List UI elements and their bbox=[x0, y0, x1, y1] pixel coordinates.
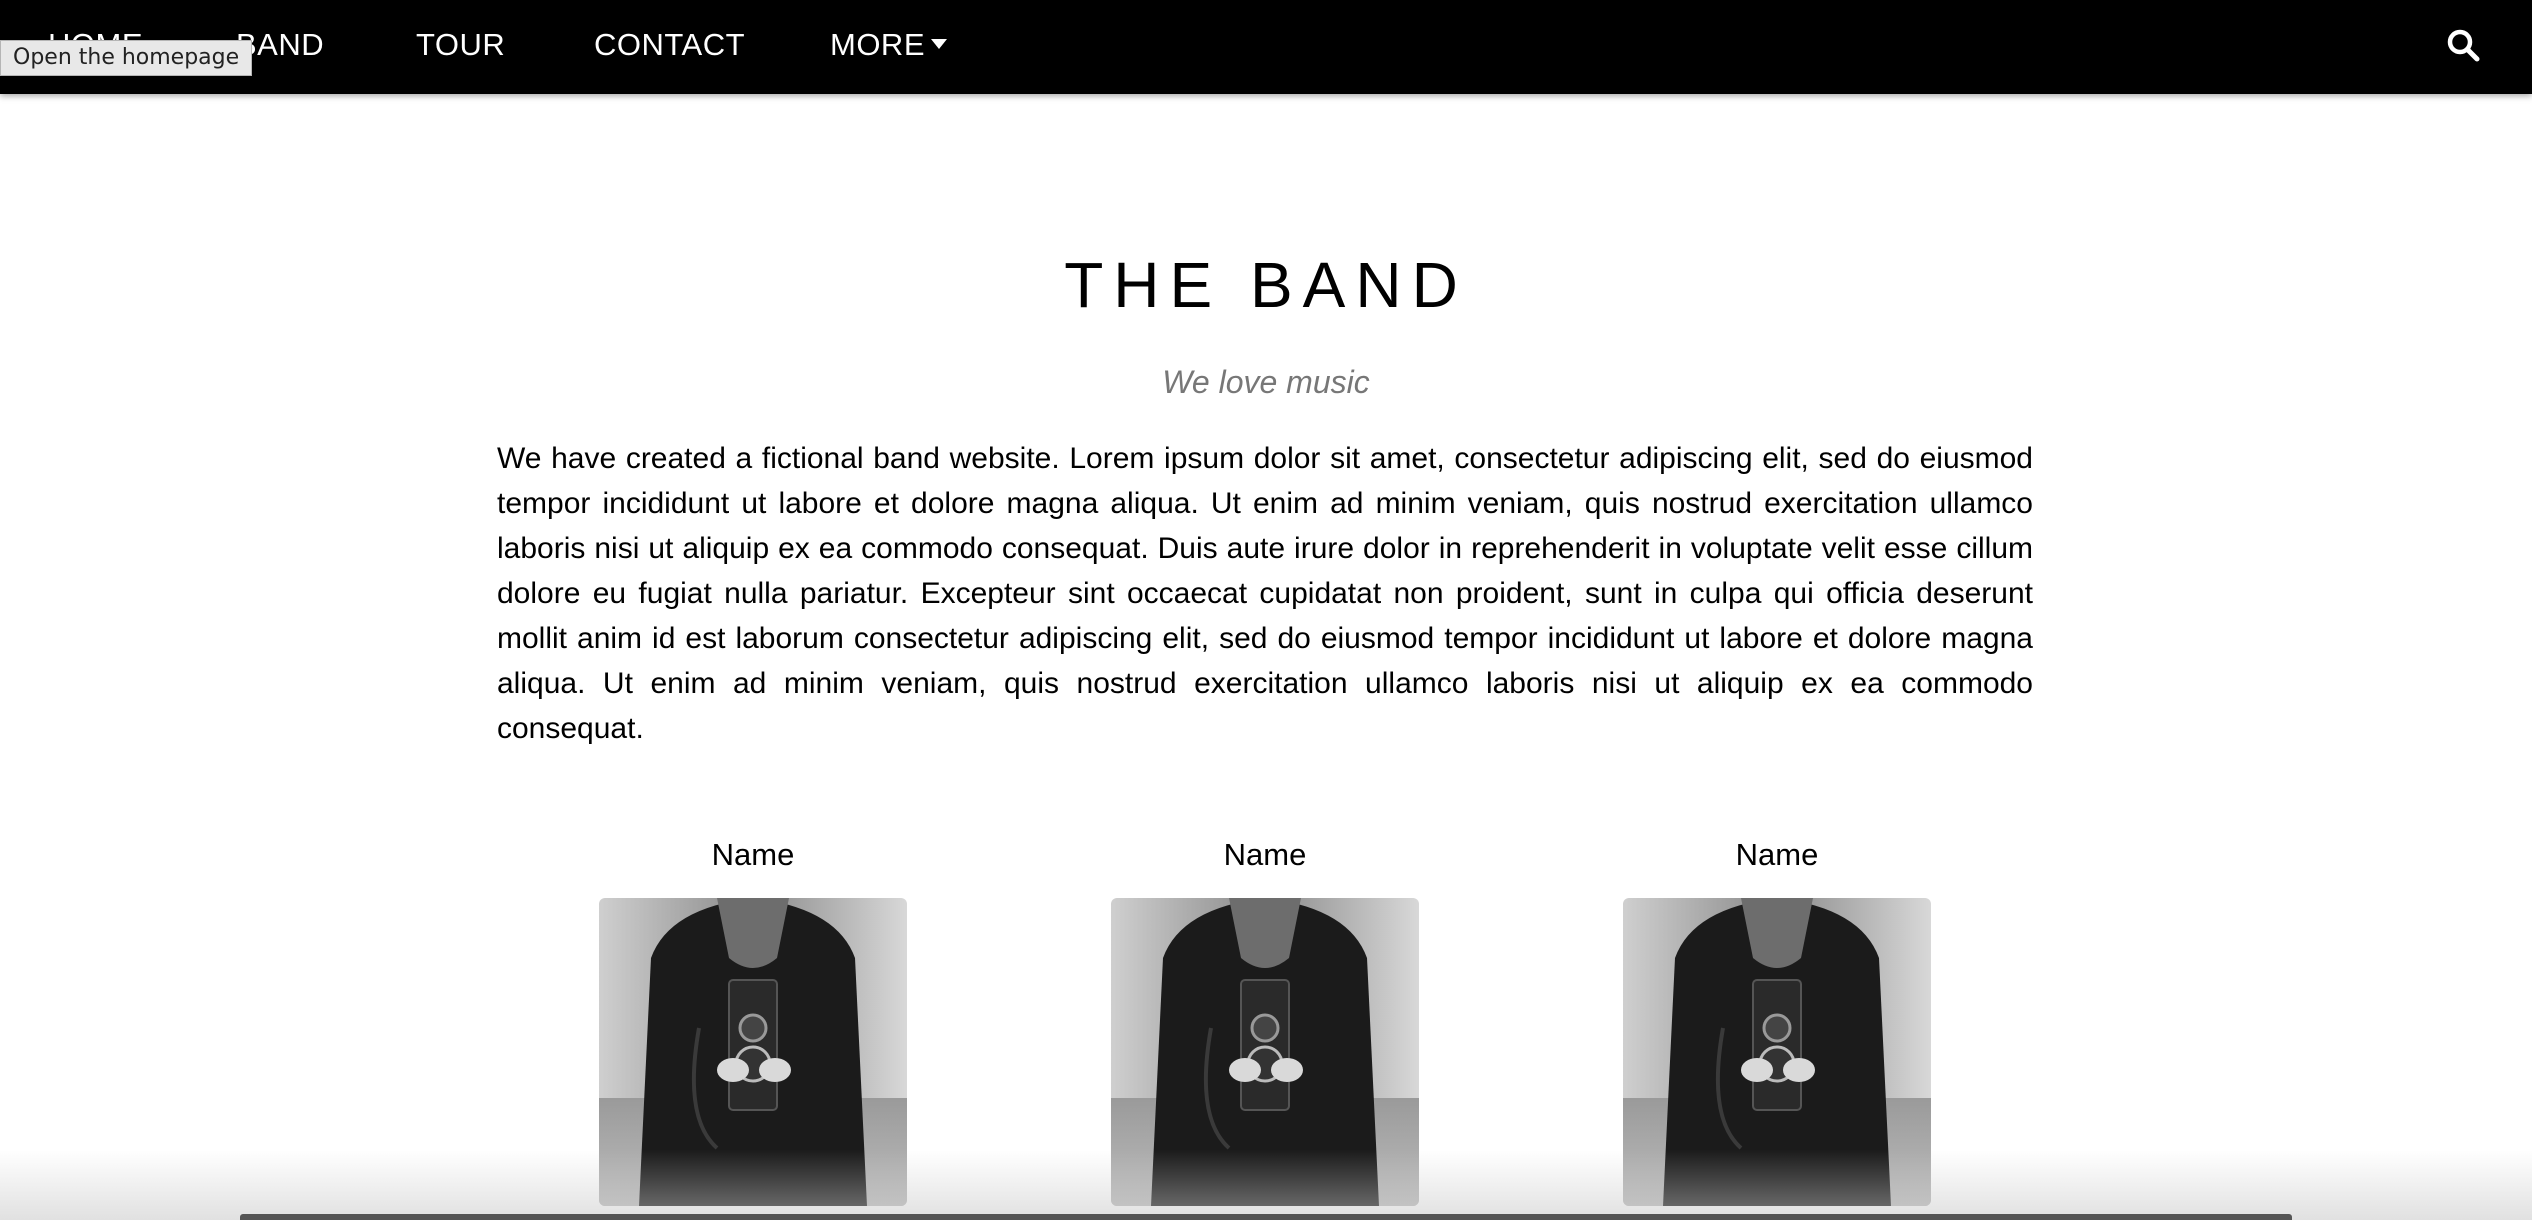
band-member-card: Name bbox=[599, 830, 907, 1206]
member-photo[interactable] bbox=[1111, 898, 1419, 1206]
member-name: Name bbox=[1223, 837, 1307, 872]
home-tooltip: Open the homepage bbox=[0, 40, 253, 76]
caret-down-icon bbox=[931, 38, 947, 49]
nav-contact-link[interactable]: CONTACT bbox=[594, 0, 745, 90]
nav-more-dropdown[interactable]: MORE bbox=[830, 0, 947, 90]
member-name: Name bbox=[1735, 837, 1819, 872]
page-subtitle: We love music bbox=[1162, 364, 1370, 400]
nav-more-label: MORE bbox=[830, 27, 925, 62]
band-member-card: Name bbox=[1111, 830, 1419, 1206]
window-bottom-edge bbox=[240, 1214, 2292, 1220]
band-description: We have created a fictional band website… bbox=[497, 442, 2033, 745]
nav-tour-link[interactable]: TOUR bbox=[416, 0, 505, 90]
search-icon bbox=[2447, 29, 2480, 62]
member-photo[interactable] bbox=[599, 898, 907, 1206]
member-photo[interactable] bbox=[1623, 898, 1931, 1206]
search-button[interactable] bbox=[2444, 26, 2484, 66]
band-member-card: Name bbox=[1623, 830, 1931, 1206]
page-title: THE BAND bbox=[1064, 249, 1468, 321]
top-navbar: HOME BAND TOUR CONTACT MORE bbox=[0, 0, 2532, 94]
member-name: Name bbox=[711, 837, 795, 872]
